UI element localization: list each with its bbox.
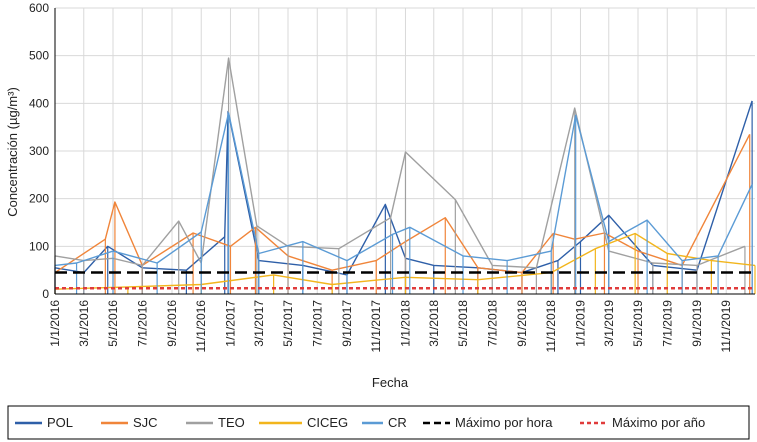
- y-tick-label: 100: [29, 239, 49, 253]
- legend-label-teo: TEO: [218, 415, 245, 430]
- x-tick-label: 11/1/2018: [544, 300, 558, 353]
- x-tick-label: 7/1/2019: [660, 300, 674, 347]
- legend-label-pol: POL: [47, 415, 73, 430]
- x-tick-label: 9/1/2019: [690, 300, 704, 347]
- x-tick-label: 9/1/2018: [515, 300, 529, 347]
- x-tick-label: 5/1/2018: [456, 300, 470, 347]
- x-tick-label: 7/1/2017: [310, 300, 324, 347]
- y-tick-label: 200: [29, 192, 49, 206]
- y-axis-title: Concentración (µg/m³): [5, 87, 20, 217]
- x-tick-label: 1/1/2017: [223, 300, 237, 347]
- legend-label-m-ximo-por-hora: Máximo por hora: [455, 415, 553, 430]
- x-tick-label: 1/1/2019: [573, 300, 587, 347]
- legend-label-m-ximo-por-a-o: Máximo por año: [612, 415, 705, 430]
- x-tick-label: 11/1/2019: [719, 300, 733, 353]
- legend-label-ciceg: CICEG: [307, 415, 348, 430]
- y-tick-label: 0: [42, 287, 49, 301]
- x-tick-label: 5/1/2017: [281, 300, 295, 347]
- chart: 0 100 200 300 400 500 600 1/1/2016 3/1/2016 5/1/…: [0, 0, 757, 442]
- x-tick-label: 11/1/2016: [194, 300, 208, 353]
- x-axis-title: Fecha: [372, 375, 409, 390]
- y-tick-label: 600: [29, 1, 49, 15]
- x-tick-label: 3/1/2017: [252, 300, 266, 347]
- x-tick-label: 3/1/2019: [602, 300, 616, 347]
- x-tick-label: 11/1/2017: [369, 300, 383, 353]
- y-tick-label: 400: [29, 96, 49, 110]
- x-tick-label: 9/1/2016: [165, 300, 179, 347]
- x-tick-label: 7/1/2018: [485, 300, 499, 347]
- x-tick-label: 1/1/2016: [48, 300, 62, 347]
- legend-label-sjc: SJC: [133, 415, 158, 430]
- x-tick-label: 5/1/2019: [631, 300, 645, 347]
- x-tick-label: 7/1/2016: [135, 300, 149, 347]
- x-tick-label: 1/1/2018: [398, 300, 412, 347]
- x-tick-label: 3/1/2016: [77, 300, 91, 347]
- legend-label-cr: CR: [388, 415, 407, 430]
- x-tick-label: 3/1/2018: [427, 300, 441, 347]
- y-tick-label: 500: [29, 49, 49, 63]
- y-tick-label: 300: [29, 144, 49, 158]
- x-tick-label: 5/1/2016: [106, 300, 120, 347]
- x-tick-label: 9/1/2017: [340, 300, 354, 347]
